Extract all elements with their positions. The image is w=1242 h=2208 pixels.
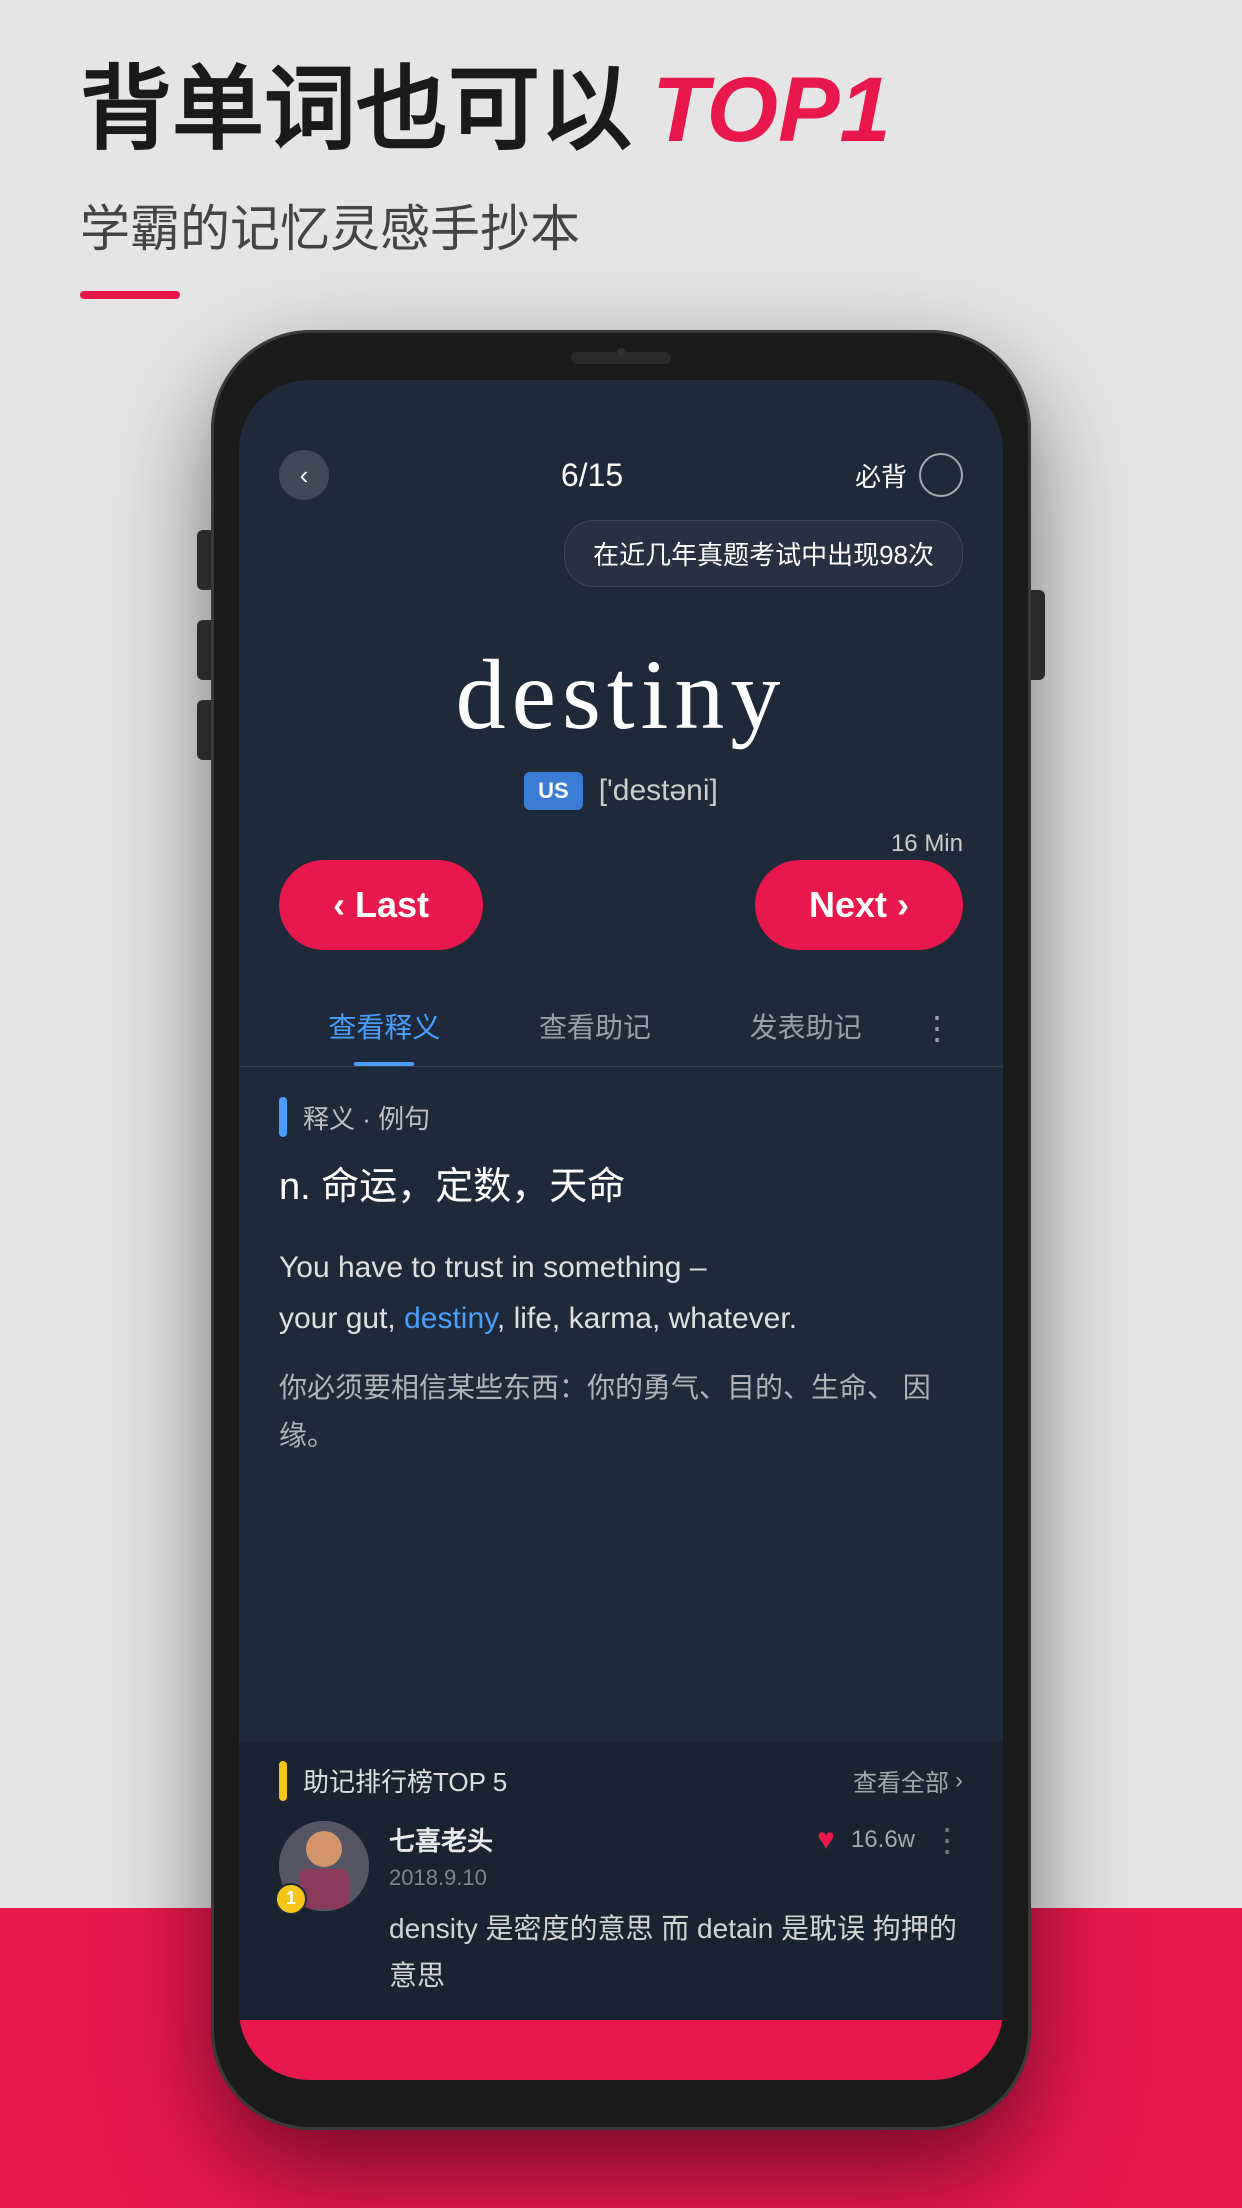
- avatar-head: [306, 1831, 342, 1867]
- mnemonic-content-text: density 是密度的意思 而 detain 是耽误 拘押的意思: [389, 1905, 963, 2000]
- mnemonic-section: 助记排行榜TOP 5 查看全部 ›: [239, 1741, 1003, 2020]
- tab-definition[interactable]: 查看释义: [279, 990, 490, 1066]
- user-date: 2018.9.10: [389, 1865, 963, 1891]
- nav-buttons-row: 16 Min ‹ Last Next ›: [239, 830, 1003, 980]
- word-highlight: destiny: [404, 1302, 497, 1335]
- back-icon: ‹: [300, 460, 309, 491]
- red-underline: [80, 291, 180, 299]
- tab-more-icon[interactable]: ⋮: [911, 1009, 963, 1047]
- must-memorize-label: 必背: [855, 457, 907, 494]
- bottom-accent-bar: [239, 2020, 1003, 2080]
- phone-screen: ‹ 6/15 必背 在近几年真题考试中出现98次 destiny: [239, 380, 1003, 2080]
- headline: 背单词也可以 TOP1: [80, 60, 1162, 161]
- mnemonic-header: 助记排行榜TOP 5 查看全部 ›: [279, 1761, 963, 1801]
- mnemonic-label-group: 助记排行榜TOP 5: [279, 1761, 507, 1801]
- next-button[interactable]: Next ›: [755, 860, 963, 950]
- top-section: 背单词也可以 TOP1 学霸的记忆灵感手抄本: [80, 60, 1162, 299]
- tab-mnemonic[interactable]: 查看助记: [490, 990, 701, 1066]
- pronunciation-row: US ['destəni]: [279, 772, 963, 810]
- tab-post-mnemonic[interactable]: 发表助记: [700, 990, 911, 1066]
- phonetic-text: ['destəni]: [599, 774, 718, 808]
- more-options-icon[interactable]: ⋮: [931, 1821, 963, 1859]
- must-memorize-area: 必背: [855, 453, 963, 497]
- like-row: ♥ 16.6w ⋮: [817, 1821, 963, 1859]
- blue-label-bar: [279, 1097, 287, 1137]
- avatar-container: 1: [279, 1821, 369, 1911]
- exam-tooltip: 在近几年真题考试中出现98次: [564, 520, 963, 587]
- header-bar: ‹ 6/15 必背: [239, 380, 1003, 520]
- headline-top1: TOP1: [652, 60, 891, 161]
- word-text: destiny: [279, 637, 963, 752]
- yellow-label-bar: [279, 1761, 287, 1801]
- rank-badge: 1: [275, 1883, 307, 1915]
- phone-mockup: ‹ 6/15 必背 在近几年真题考试中出现98次 destiny: [211, 330, 1031, 2130]
- see-all-button[interactable]: 查看全部 ›: [853, 1763, 963, 1798]
- like-count: 16.6w: [851, 1826, 915, 1854]
- definition-label-text: 释义 · 例句: [303, 1099, 430, 1136]
- last-button[interactable]: ‹ Last: [279, 860, 483, 950]
- progress-indicator: 6/15: [561, 457, 623, 494]
- mnemonic-user-row: 1 七喜老头 ♥ 16.6w ⋮ 2018.9.10: [279, 1821, 963, 2000]
- definition-section: 释义 · 例句 n. 命运，定数，天命 You have to trust in…: [239, 1067, 1003, 1741]
- phone-outer: ‹ 6/15 必背 在近几年真题考试中出现98次 destiny: [211, 330, 1031, 2130]
- us-badge: US: [524, 772, 583, 810]
- user-info: 七喜老头 ♥ 16.6w ⋮ 2018.9.10 density 是密度的意思 …: [389, 1821, 963, 2000]
- user-name: 七喜老头: [389, 1821, 493, 1858]
- mnemonic-title: 助记排行榜TOP 5: [303, 1762, 507, 1799]
- back-button[interactable]: ‹: [279, 450, 329, 500]
- definition-text: n. 命运，定数，天命: [279, 1161, 963, 1214]
- word-section: destiny US ['destəni]: [239, 607, 1003, 830]
- phone-camera: [617, 348, 625, 356]
- subtitle: 学霸的记忆灵感手抄本: [80, 189, 1162, 261]
- chevron-right-icon: ›: [955, 1767, 963, 1795]
- screen-content: ‹ 6/15 必背 在近几年真题考试中出现98次 destiny: [239, 380, 1003, 2080]
- user-name-row: 七喜老头 ♥ 16.6w ⋮: [389, 1821, 963, 1859]
- heart-icon[interactable]: ♥: [817, 1823, 835, 1857]
- example-chinese: 你必须要相信某些东西：你的勇气、目的、生命、 因缘。: [279, 1364, 963, 1459]
- timer-label: 16 Min: [891, 830, 963, 858]
- definition-section-label: 释义 · 例句: [279, 1097, 963, 1137]
- must-memorize-toggle[interactable]: [919, 453, 963, 497]
- see-all-text: 查看全部: [853, 1763, 949, 1798]
- tabs-bar: 查看释义 查看助记 发表助记 ⋮: [239, 980, 1003, 1067]
- tooltip-bar: 在近几年真题考试中出现98次: [239, 520, 1003, 607]
- example-english: You have to trust in something –your gut…: [279, 1242, 963, 1344]
- headline-part1: 背单词也可以: [80, 60, 632, 161]
